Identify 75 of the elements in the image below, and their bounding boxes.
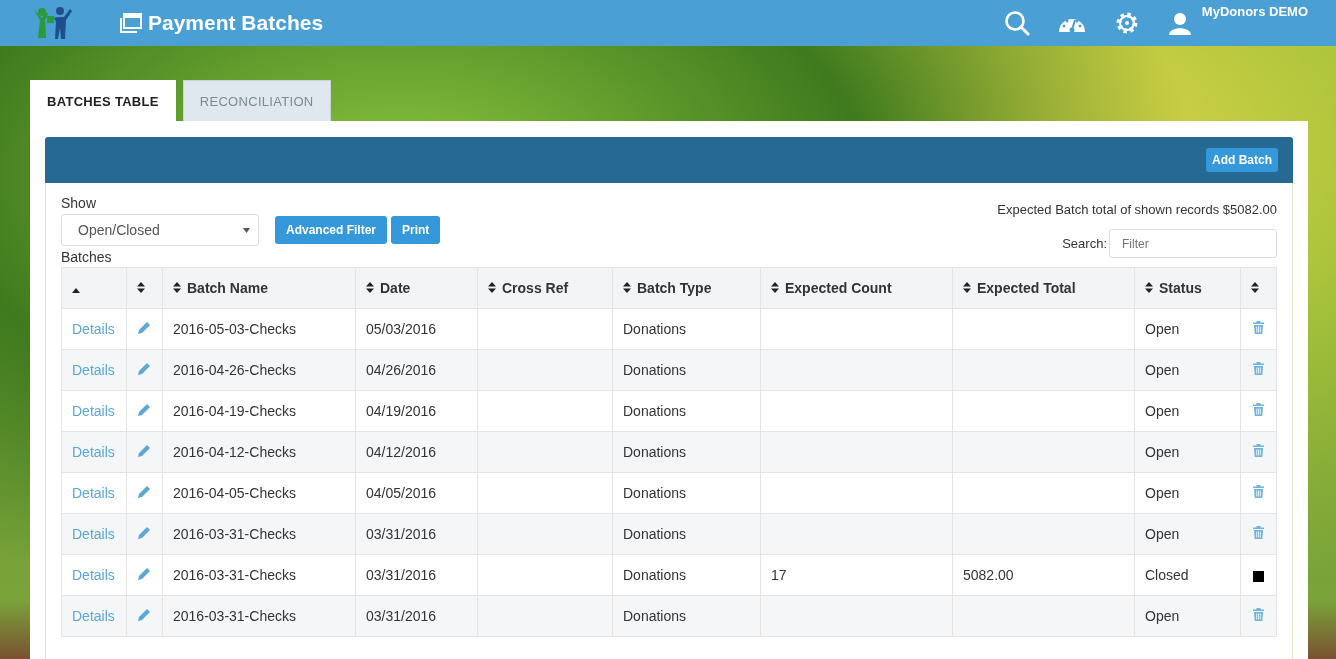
table-cell: 5082.00: [963, 567, 1014, 583]
trash-icon[interactable]: [1253, 362, 1264, 375]
table-cell: 2016-05-03-Checks: [162, 308, 356, 350]
column-header[interactable]: Expected Count: [760, 267, 953, 309]
table-cell: 03/31/2016: [355, 554, 478, 596]
table-cell: 04/12/2016: [355, 431, 478, 473]
add-batch-button[interactable]: Add Batch: [1206, 148, 1278, 172]
table-cell: 03/31/2016: [355, 513, 478, 555]
trash-icon[interactable]: [1253, 444, 1264, 457]
table-cell: 2016-04-05-Checks: [162, 472, 356, 514]
window-icon: [120, 13, 142, 33]
table-cell: Open: [1134, 390, 1241, 432]
table-cell: Donations: [612, 431, 761, 473]
column-header[interactable]: Status: [1134, 267, 1241, 309]
table-cell: Closed: [1134, 554, 1241, 596]
table-cell: Open: [1134, 472, 1241, 514]
status-dropdown[interactable]: Open/Closed: [61, 214, 259, 246]
table-cell: Open: [1134, 513, 1241, 555]
table-cell: 2016-03-31-Checks: [162, 513, 356, 555]
table-cell: Donations: [612, 390, 761, 432]
table-cell: Donations: [612, 308, 761, 350]
table-cell: 2016-04-12-Checks: [162, 431, 356, 473]
caret-icon: [243, 227, 250, 233]
table-cell: Open: [1134, 431, 1241, 473]
pencil-icon[interactable]: [137, 566, 151, 581]
search-label: Search:: [1062, 236, 1107, 251]
trash-icon[interactable]: [1253, 403, 1264, 416]
user-name[interactable]: MyDonors DEMO: [1201, 4, 1308, 19]
table-cell: 2016-04-26-Checks: [162, 349, 356, 391]
search-icon[interactable]: [1003, 10, 1030, 36]
table-cell: Donations: [612, 554, 761, 596]
trash-icon[interactable]: [1253, 526, 1264, 539]
trash-icon[interactable]: [1253, 485, 1264, 498]
pencil-icon[interactable]: [137, 443, 151, 458]
column-header[interactable]: Batch Name: [162, 267, 356, 309]
table-cell: Donations: [612, 595, 761, 637]
table-cell: Open: [1134, 595, 1241, 637]
search-field[interactable]: Filter: [1109, 229, 1277, 258]
table-cell: Donations: [612, 472, 761, 514]
table-cell: Donations: [612, 513, 761, 555]
tab[interactable]: RECONCILIATION: [182, 80, 331, 121]
column-header[interactable]: Date: [355, 267, 478, 309]
table-cell: 03/31/2016: [355, 595, 478, 637]
page-title: Payment Batches: [148, 11, 324, 35]
table-cell: 2016-04-19-Checks: [162, 390, 356, 432]
table-cell: Donations: [612, 349, 761, 391]
tab[interactable]: BATCHES TABLE: [30, 80, 176, 121]
table-cell: Open: [1134, 308, 1241, 350]
pencil-icon[interactable]: [137, 320, 151, 335]
toolbar-button[interactable]: Advanced Filter: [275, 216, 388, 244]
table-cell: 04/05/2016: [355, 472, 478, 514]
table-caption: Batches: [61, 249, 113, 265]
trash-icon[interactable]: [1253, 321, 1264, 334]
show-label: Show: [61, 195, 98, 211]
column-header[interactable]: [126, 267, 163, 309]
table-cell: 05/03/2016: [355, 308, 478, 350]
column-header[interactable]: [1240, 267, 1277, 309]
pencil-icon[interactable]: [137, 402, 151, 417]
table-cell: 04/19/2016: [355, 390, 478, 432]
table-cell: 2016-03-31-Checks: [162, 595, 356, 637]
pencil-icon[interactable]: [137, 607, 151, 622]
pencil-icon[interactable]: [137, 525, 151, 540]
column-header[interactable]: Batch Type: [612, 267, 761, 309]
table-cell: Open: [1134, 349, 1241, 391]
column-header[interactable]: Cross Ref: [477, 267, 613, 309]
table-cell: 17: [771, 567, 787, 583]
user-icon[interactable]: [1167, 11, 1192, 35]
column-header[interactable]: Expected Total: [952, 267, 1135, 309]
pencil-icon[interactable]: [137, 484, 151, 499]
expected-total-summary: Expected Batch total of shown records $5082.00: [997, 202, 1277, 217]
pencil-icon[interactable]: [137, 361, 151, 376]
trash-icon[interactable]: [1253, 608, 1264, 621]
toolbar-button[interactable]: Print: [391, 216, 441, 244]
table-cell: 04/26/2016: [355, 349, 478, 391]
table-cell: 2016-03-31-Checks: [162, 554, 356, 596]
